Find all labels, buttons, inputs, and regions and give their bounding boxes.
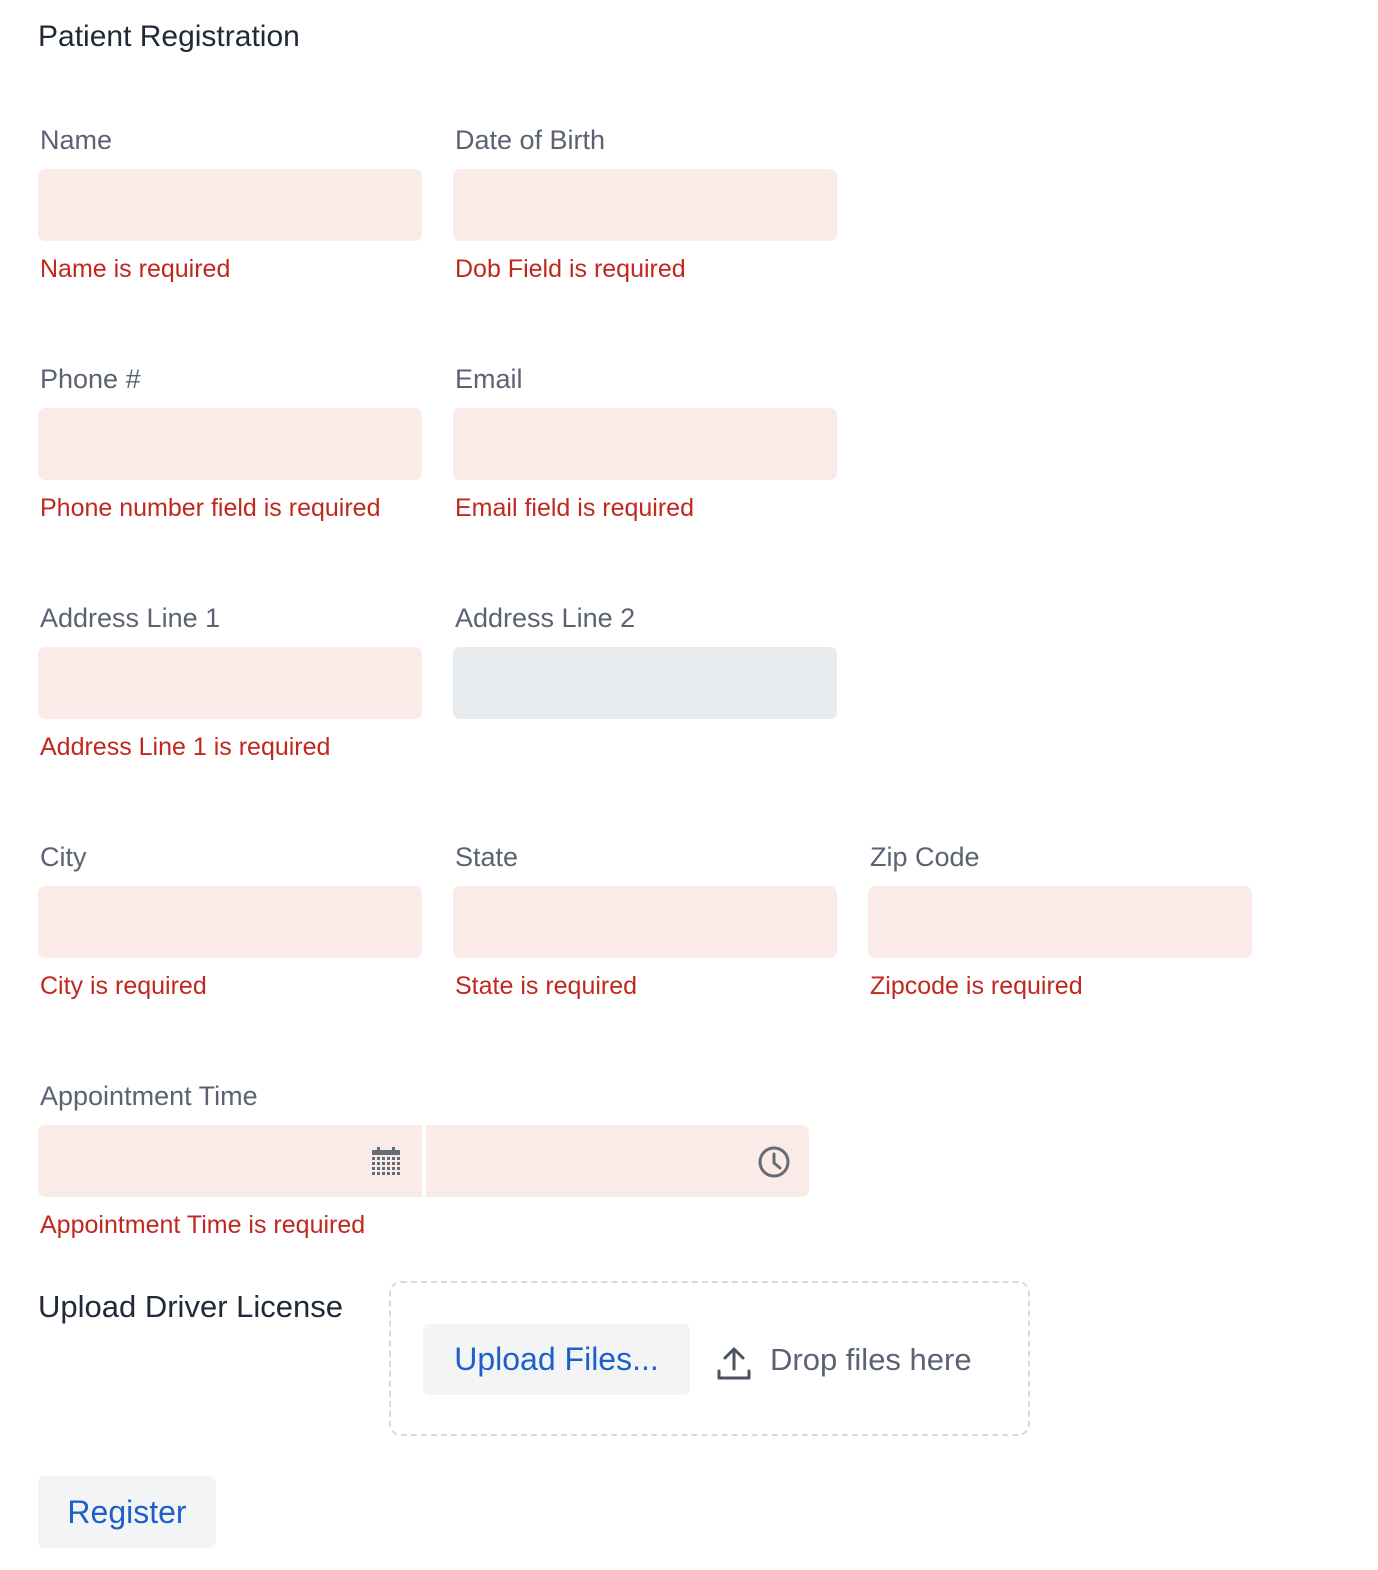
page-title: Patient Registration xyxy=(38,20,300,53)
name-error: Name is required xyxy=(40,255,231,283)
phone-input[interactable] xyxy=(38,408,422,480)
email-field-group: Email Email field is required xyxy=(453,363,837,523)
upload-label: Upload Driver License xyxy=(38,1289,343,1324)
address2-input[interactable] xyxy=(453,647,837,719)
city-error: City is required xyxy=(40,972,207,1000)
address1-label: Address Line 1 xyxy=(40,603,221,633)
register-button[interactable]: Register xyxy=(38,1476,216,1548)
city-input[interactable] xyxy=(38,886,422,958)
email-label: Email xyxy=(455,364,523,394)
state-field-group: State State is required xyxy=(453,841,837,1001)
appointment-error: Appointment Time is required xyxy=(40,1211,366,1239)
email-error: Email field is required xyxy=(455,494,694,522)
address1-input[interactable] xyxy=(38,647,422,719)
dob-error: Dob Field is required xyxy=(455,255,686,283)
appointment-label: Appointment Time xyxy=(40,1081,258,1111)
appointment-date-input[interactable] xyxy=(38,1125,422,1197)
address1-error: Address Line 1 is required xyxy=(40,733,331,761)
dob-input[interactable] xyxy=(453,169,837,241)
state-input[interactable] xyxy=(453,886,837,958)
appointment-pickers xyxy=(38,1125,810,1197)
calendar-icon[interactable] xyxy=(370,1145,402,1177)
drop-files-text: Drop files here xyxy=(770,1342,972,1377)
name-field-group: Name Name is required xyxy=(38,124,422,284)
name-input[interactable] xyxy=(38,169,422,241)
appointment-date-picker xyxy=(38,1125,422,1197)
address2-label: Address Line 2 xyxy=(455,603,636,633)
registration-page: Patient Registration Name Name is requir… xyxy=(0,0,1378,1570)
phone-error: Phone number field is required xyxy=(40,494,381,522)
upload-icon xyxy=(717,1347,751,1380)
zip-label: Zip Code xyxy=(870,842,980,872)
phone-label: Phone # xyxy=(40,364,141,394)
name-label: Name xyxy=(40,125,113,155)
zip-field-group: Zip Code Zipcode is required xyxy=(868,841,1252,1001)
address2-field-group: Address Line 2 xyxy=(453,602,837,719)
address1-field-group: Address Line 1 Address Line 1 is require… xyxy=(38,602,422,762)
zip-error: Zipcode is required xyxy=(870,972,1083,1000)
city-label: City xyxy=(40,842,87,872)
zip-input[interactable] xyxy=(868,886,1252,958)
appointment-time-picker xyxy=(426,1125,809,1197)
appointment-field-group: Appointment Time Appointment Time is req… xyxy=(38,1080,810,1240)
appointment-time-input[interactable] xyxy=(426,1125,809,1197)
dob-label: Date of Birth xyxy=(455,125,606,155)
state-label: State xyxy=(455,842,519,872)
state-error: State is required xyxy=(455,972,638,1000)
email-input[interactable] xyxy=(453,408,837,480)
dob-field-group: Date of Birth Dob Field is required xyxy=(453,124,837,284)
file-dropzone[interactable]: Upload Files... Drop files here xyxy=(389,1281,1030,1436)
phone-field-group: Phone # Phone number field is required xyxy=(38,363,422,523)
city-field-group: City City is required xyxy=(38,841,422,1001)
upload-files-button[interactable]: Upload Files... xyxy=(423,1324,690,1395)
clock-icon[interactable] xyxy=(757,1145,791,1179)
